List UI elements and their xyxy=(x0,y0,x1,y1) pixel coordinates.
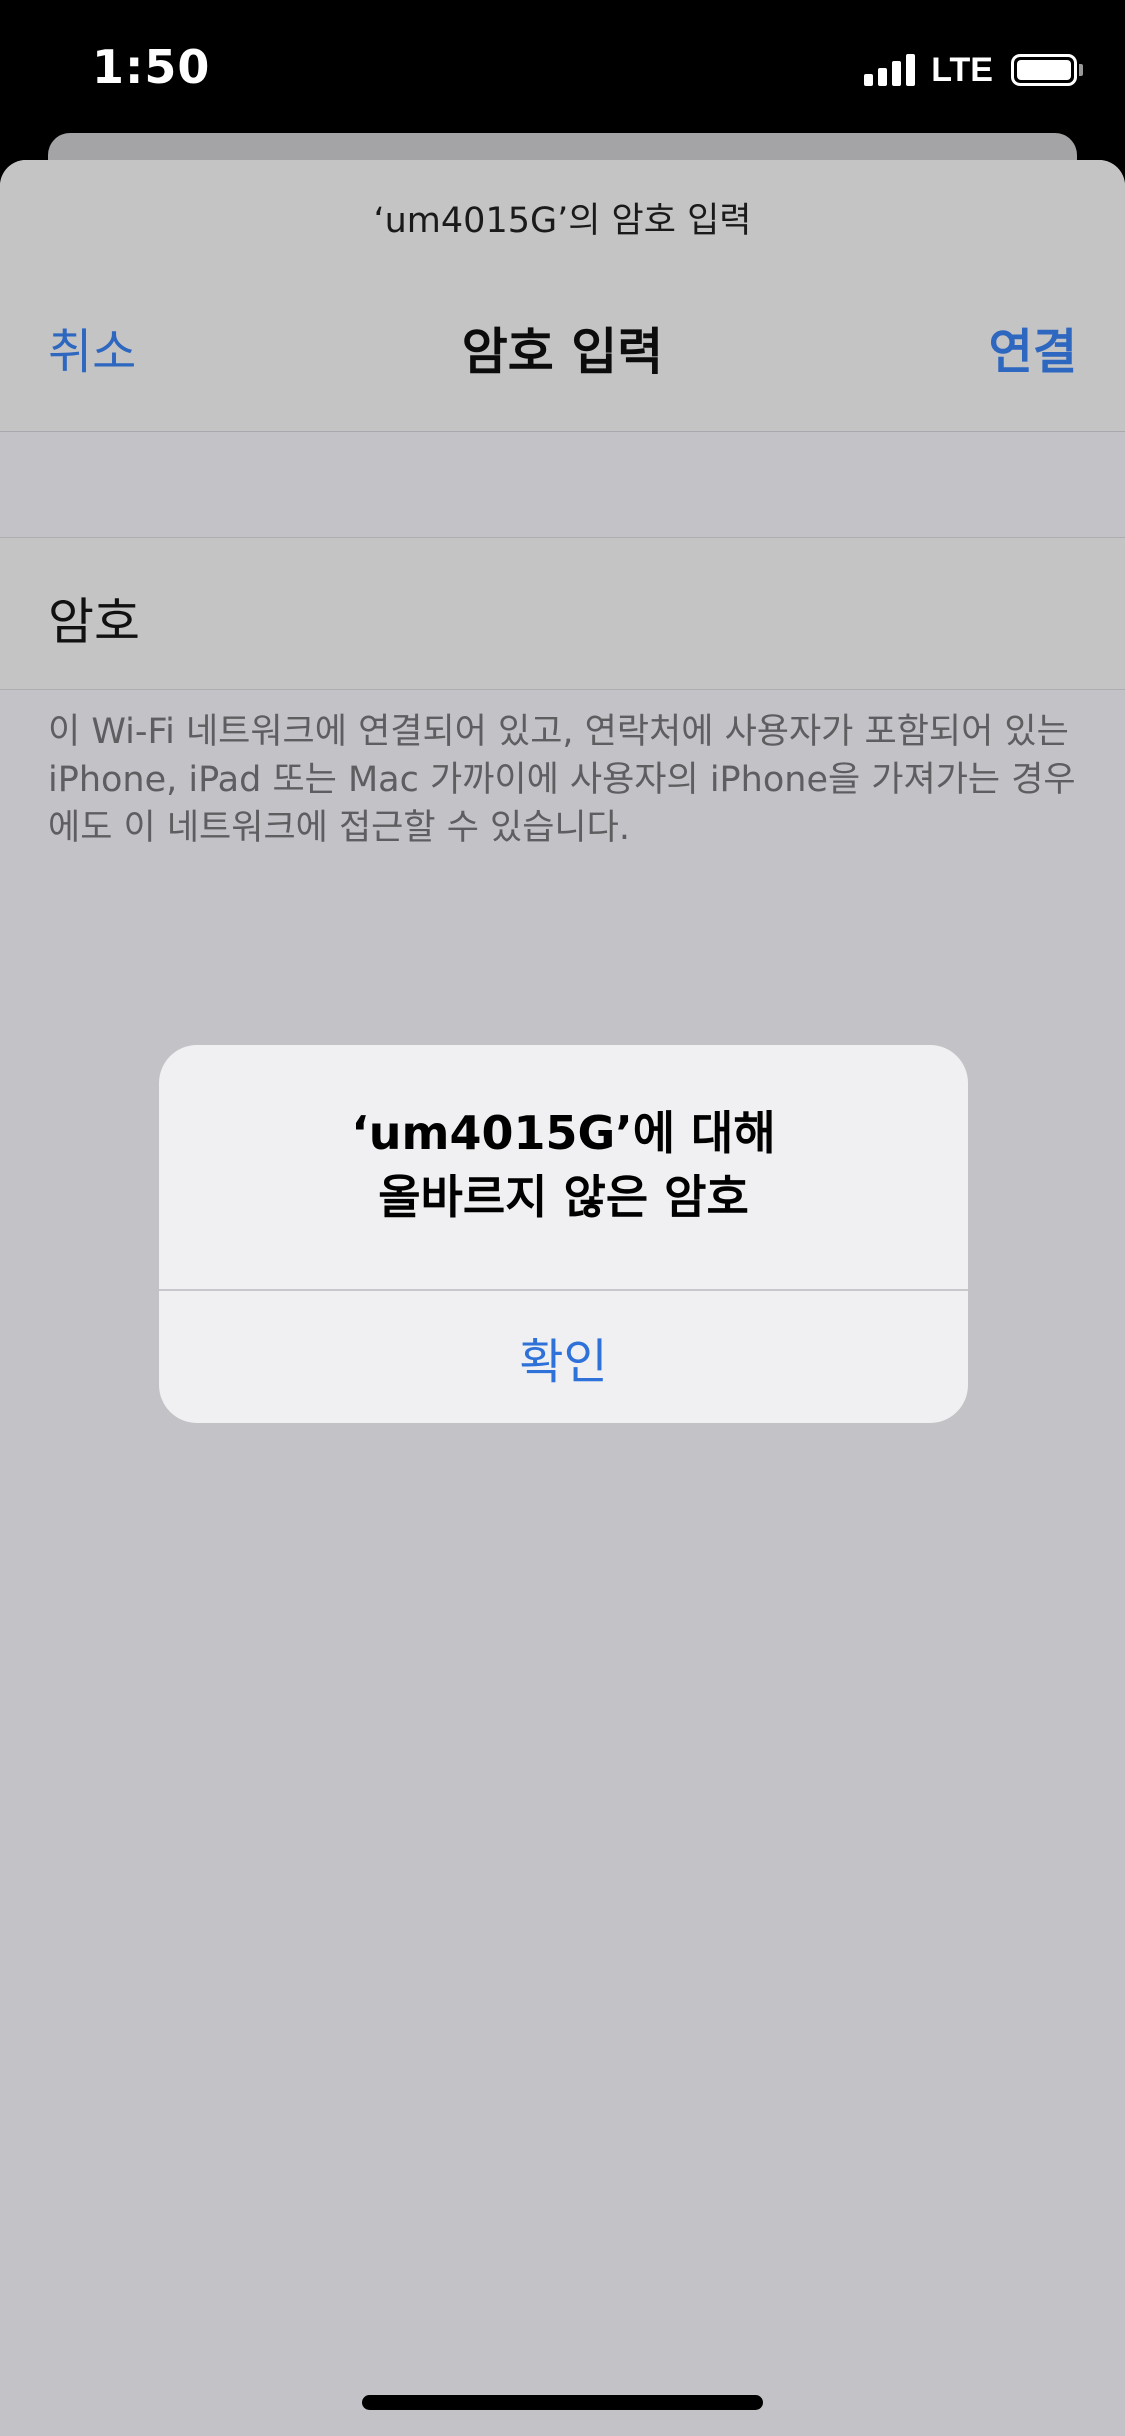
alert-title-line1: ‘um4015G’에 대해 xyxy=(351,1106,776,1160)
sheet-header: ‘um4015G’의 암호 입력 취소 암호 입력 연결 xyxy=(0,160,1125,432)
status-indicators: LTE xyxy=(864,50,1083,90)
error-alert: ‘um4015G’에 대해 올바르지 않은 암호 확인 xyxy=(159,1045,968,1423)
signal-icon xyxy=(864,54,916,86)
cancel-button[interactable]: 취소 xyxy=(48,312,136,382)
screen: 1:50 LTE ‘um4015G’의 암호 입력 취소 암호 입력 연결 암호 xyxy=(0,0,1125,2436)
status-bar: 1:50 LTE xyxy=(0,0,1125,135)
status-time: 1:50 xyxy=(92,40,211,94)
alert-title-line2: 올바르지 않은 암호 xyxy=(378,1170,749,1224)
footnote-text: 이 Wi-Fi 네트워크에 연결되어 있고, 연락처에 사용자가 포함되어 있는… xyxy=(48,712,1076,848)
home-indicator[interactable] xyxy=(362,2395,763,2410)
alert-title: ‘um4015G’에 대해 올바르지 않은 암호 xyxy=(159,1101,968,1229)
connect-button[interactable]: 연결 xyxy=(989,312,1077,382)
sheet-prompt: ‘um4015G’의 암호 입력 xyxy=(373,201,752,241)
password-label: 암호 xyxy=(48,593,140,651)
password-row[interactable]: 암호 xyxy=(0,537,1125,690)
nav-title: 암호 입력 xyxy=(461,323,664,381)
network-label: LTE xyxy=(931,50,993,89)
ok-button[interactable]: 확인 xyxy=(159,1291,968,1423)
battery-icon xyxy=(1011,54,1083,86)
password-input[interactable] xyxy=(260,568,1080,658)
